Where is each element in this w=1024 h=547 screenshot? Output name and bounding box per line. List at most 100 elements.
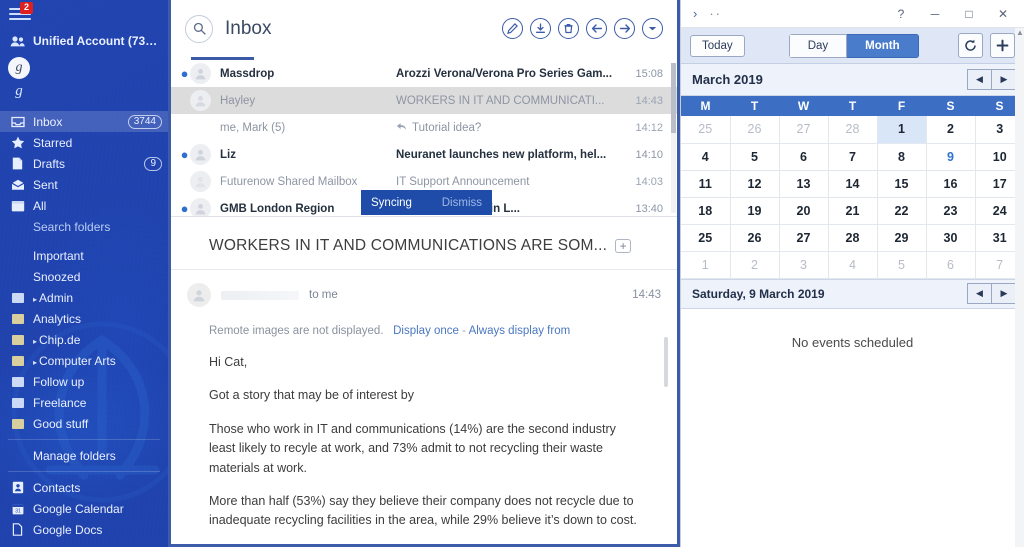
archive-button[interactable] <box>530 18 551 39</box>
week-row: 25 26 27 28 29 30 31 <box>681 224 1024 252</box>
tab-day[interactable]: Day <box>788 33 848 58</box>
today-button[interactable]: Today <box>690 34 745 57</box>
table-row[interactable]: me, Mark (5) Tutorial idea? 14:12 <box>171 114 677 141</box>
next-day-button[interactable]: ▶ <box>992 283 1017 304</box>
delete-button[interactable] <box>558 18 579 39</box>
maximize-button[interactable]: □ <box>952 0 986 27</box>
table-row[interactable]: ● Liz Neuranet launches new platform, he… <box>171 141 677 168</box>
day-cell[interactable]: 30 <box>926 224 976 252</box>
sidebar-item-good-stuff[interactable]: Good stuff <box>0 413 168 434</box>
sidebar-item-important-label: Important <box>33 248 84 263</box>
refresh-icon[interactable] <box>958 33 983 58</box>
day-cell[interactable]: 5 <box>877 251 927 279</box>
tab-month[interactable]: Month <box>847 33 919 58</box>
day-cell-today[interactable]: 1 <box>877 116 927 144</box>
day-cell[interactable]: 4 <box>828 251 878 279</box>
week-row: 18 19 20 21 22 23 24 <box>681 197 1024 225</box>
sidebar-manage-folders[interactable]: Manage folders <box>0 445 168 466</box>
day-cell[interactable]: 5 <box>730 143 780 171</box>
sidebar-item-follow-up[interactable]: Follow up <box>0 371 168 392</box>
day-cell[interactable]: 20 <box>779 197 829 225</box>
google-account-avatar-2[interactable]: g <box>8 82 30 100</box>
sidebar-item-drafts[interactable]: Drafts 9 <box>0 153 168 174</box>
display-once-link[interactable]: Display once <box>393 325 459 337</box>
sidebar-item-google-calendar[interactable]: 31 Google Calendar <box>0 498 168 519</box>
table-row[interactable]: ● Massdrop Arozzi Verona/Verona Pro Seri… <box>171 60 677 87</box>
previous-month-button[interactable]: ◀ <box>967 69 992 90</box>
day-cell[interactable]: 28 <box>828 224 878 252</box>
sidebar-item-computer-arts[interactable]: ▸ Computer Arts <box>0 350 168 371</box>
table-row[interactable]: Hayley WORKERS IN IT AND COMMUNICATI... … <box>171 87 677 114</box>
day-cell[interactable]: 13 <box>779 170 829 198</box>
forward-button[interactable] <box>614 18 635 39</box>
sidebar-item-inbox[interactable]: Inbox 3744 <box>0 111 168 132</box>
always-display-from-link[interactable]: Always display from <box>469 325 571 337</box>
sidebar-account[interactable]: Unified Account (7391) <box>0 28 168 54</box>
expand-caret-icon[interactable]: ▸ <box>33 295 37 304</box>
add-event-button[interactable] <box>990 33 1015 58</box>
day-cell[interactable]: 27 <box>779 224 829 252</box>
sidebar-item-freelance[interactable]: Freelance <box>0 392 168 413</box>
sidebar-item-snoozed[interactable]: Snoozed <box>0 266 168 287</box>
day-cell[interactable]: 2 <box>926 116 976 144</box>
more-options-icon[interactable]: ·· <box>709 6 722 21</box>
day-cell[interactable]: 3 <box>779 251 829 279</box>
day-cell[interactable]: 11 <box>681 170 731 198</box>
calendar-scrollbar[interactable]: ▲ <box>1015 28 1024 547</box>
day-cell[interactable]: 25 <box>681 116 731 144</box>
day-cell-selected[interactable]: 9 <box>926 143 976 171</box>
day-cell[interactable]: 26 <box>730 224 780 252</box>
day-cell[interactable]: 12 <box>730 170 780 198</box>
day-cell[interactable]: 14 <box>828 170 878 198</box>
sidebar-item-inbox-count: 3744 <box>127 114 162 129</box>
sidebar-item-important[interactable]: Important <box>0 245 168 266</box>
day-cell[interactable]: 29 <box>877 224 927 252</box>
sidebar-item-contacts[interactable]: Contacts <box>0 477 168 498</box>
sidebar-item-google-docs[interactable]: Google Docs <box>0 519 168 540</box>
minimize-button[interactable]: ─ <box>918 0 952 27</box>
chevron-right-icon[interactable]: › <box>693 6 697 21</box>
sidebar-item-chipde[interactable]: ▸ Chip.de <box>0 329 168 350</box>
next-month-button[interactable]: ▶ <box>992 69 1017 90</box>
reading-pane-scrollbar[interactable] <box>664 337 668 387</box>
reply-button[interactable] <box>586 18 607 39</box>
day-cell[interactable]: 6 <box>779 143 829 171</box>
day-cell[interactable]: 22 <box>877 197 927 225</box>
day-cell[interactable]: 8 <box>877 143 927 171</box>
expand-caret-icon[interactable]: ▸ <box>33 337 37 346</box>
day-cell[interactable]: 27 <box>779 116 829 144</box>
day-cell[interactable]: 19 <box>730 197 780 225</box>
search-icon[interactable] <box>185 14 213 43</box>
day-cell[interactable]: 26 <box>730 116 780 144</box>
previous-day-button[interactable]: ◀ <box>967 283 992 304</box>
day-cell[interactable]: 1 <box>681 251 731 279</box>
scrollbar-thumb[interactable] <box>671 63 676 133</box>
sidebar-search-folders[interactable]: Search folders <box>0 216 168 237</box>
day-cell[interactable]: 4 <box>681 143 731 171</box>
day-cell[interactable]: 18 <box>681 197 731 225</box>
sidebar-item-all[interactable]: All <box>0 195 168 216</box>
day-cell[interactable]: 2 <box>730 251 780 279</box>
day-cell[interactable]: 15 <box>877 170 927 198</box>
day-cell[interactable]: 23 <box>926 197 976 225</box>
compose-button[interactable] <box>502 18 523 39</box>
close-button[interactable]: ✕ <box>986 0 1020 27</box>
plus-icon[interactable]: + <box>615 239 632 253</box>
expand-caret-icon[interactable]: ▸ <box>33 358 37 367</box>
sidebar-item-starred[interactable]: Starred <box>0 132 168 153</box>
day-cell[interactable]: 25 <box>681 224 731 252</box>
day-cell[interactable]: 7 <box>828 143 878 171</box>
day-cell[interactable]: 16 <box>926 170 976 198</box>
day-cell[interactable]: 6 <box>926 251 976 279</box>
day-cell[interactable]: 28 <box>828 116 878 144</box>
sidebar-item-analytics[interactable]: Analytics <box>0 308 168 329</box>
sidebar-item-admin[interactable]: ▸ Admin <box>0 287 168 308</box>
dismiss-button[interactable]: Dismiss <box>442 197 482 209</box>
scrollbar-up-arrow-icon[interactable]: ▲ <box>1016 28 1024 37</box>
help-button[interactable]: ? <box>884 0 918 27</box>
day-cell[interactable]: 21 <box>828 197 878 225</box>
more-button[interactable] <box>642 18 663 39</box>
google-account-avatar-1[interactable]: g <box>8 57 30 79</box>
message-list-scrollbar[interactable] <box>671 63 676 213</box>
sidebar-item-sent[interactable]: Sent <box>0 174 168 195</box>
